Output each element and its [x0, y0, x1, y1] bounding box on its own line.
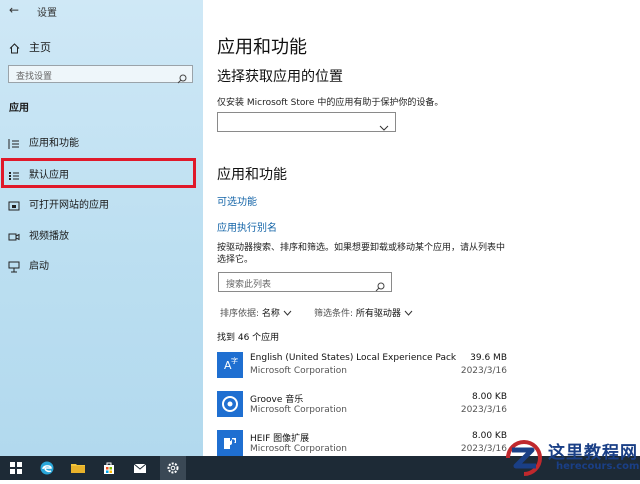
file-explorer-icon[interactable] — [70, 460, 86, 476]
app-publisher: Microsoft Corporation — [250, 366, 347, 376]
app-execution-alias-link[interactable]: 应用执行别名 — [217, 219, 277, 234]
app-date: 2023/3/16 — [460, 366, 507, 376]
filter-label: 筛选条件: — [314, 309, 354, 319]
store-icon[interactable] — [101, 460, 117, 476]
app-size: 39.6 MB — [470, 353, 507, 363]
location-description: 仅安装 Microsoft Store 中的应用有助于保护你的设备。 — [217, 98, 444, 108]
window-title: 设置 — [37, 8, 57, 19]
highlight-box — [1, 158, 196, 188]
home-icon[interactable] — [9, 39, 20, 54]
app-name: Groove 音乐 — [250, 395, 304, 405]
sort-dropdown[interactable]: 排序依据: 名称 — [220, 306, 292, 319]
mail-icon[interactable] — [132, 460, 148, 476]
search-description: 按驱动器搜索、排序和筛选。如果想要卸载或移动某个应用，请从列表中选择它。 — [217, 243, 506, 265]
sidebar-item-label: 应用和功能 — [29, 138, 79, 149]
startup-icon — [8, 258, 20, 273]
location-heading: 选择获取应用的位置 — [217, 69, 343, 85]
filter-value: 所有驱动器 — [355, 309, 401, 319]
chevron-down-icon — [404, 309, 413, 319]
chevron-down-icon — [379, 117, 389, 136]
watermark-subtitle: herecours.com — [556, 461, 640, 472]
apps-features-heading: 应用和功能 — [217, 167, 287, 183]
edge-icon[interactable] — [39, 460, 55, 476]
sidebar-item-label: 视频播放 — [29, 231, 69, 242]
list-item[interactable]: A字 English (United States) Local Experie… — [217, 350, 507, 386]
sort-value: 名称 — [261, 309, 280, 319]
settings-search-placeholder: 查找设置 — [16, 72, 53, 82]
main-content: 应用和功能 选择获取应用的位置 仅安装 Microsoft Store 中的应用… — [203, 0, 640, 456]
list-item[interactable]: Groove 音乐 Microsoft Corporation 8.00 KB … — [217, 389, 507, 425]
sidebar-item-startup[interactable]: 启动 — [0, 252, 203, 276]
sidebar-section-title: 应用 — [9, 103, 29, 114]
apps-found-count: 找到 46 个应用 — [217, 333, 280, 343]
heif-extension-icon — [217, 430, 243, 456]
video-icon — [8, 228, 20, 241]
svg-text:字: 字 — [231, 356, 238, 365]
home-link[interactable]: 主页 — [29, 39, 51, 55]
app-date: 2023/3/16 — [460, 405, 507, 415]
sidebar-item-apps-features[interactable]: 应用和功能 — [0, 129, 203, 153]
app-date: 2023/3/16 — [460, 444, 507, 454]
language-pack-icon: A字 — [217, 352, 243, 378]
search-icon[interactable] — [177, 69, 187, 88]
settings-icon[interactable] — [160, 456, 186, 480]
app-list-search-input[interactable]: 搜索此列表 — [218, 272, 392, 292]
watermark-logo — [502, 436, 546, 480]
chevron-down-icon — [283, 309, 292, 319]
sidebar-item-label: 启动 — [29, 261, 49, 272]
back-arrow-icon[interactable]: ← — [9, 3, 19, 17]
app-size: 8.00 KB — [472, 392, 507, 402]
search-icon[interactable] — [375, 277, 385, 296]
sidebar-item-label: 可打开网站的应用 — [29, 200, 109, 211]
web-apps-icon — [8, 197, 20, 211]
sidebar-item-web-apps[interactable]: 可打开网站的应用 — [0, 191, 203, 215]
app-name: English (United States) Local Experience… — [250, 353, 457, 363]
app-source-dropdown[interactable] — [217, 112, 396, 132]
app-list-search-placeholder: 搜索此列表 — [226, 280, 272, 290]
sidebar-item-video-playback[interactable]: 视频播放 — [0, 222, 203, 246]
app-name: HEIF 图像扩展 — [250, 434, 310, 444]
apps-list-icon — [8, 135, 20, 149]
groove-music-icon — [217, 391, 243, 417]
sidebar: ← 设置 主页 查找设置 应用 应用和功能 默认应用 可打开网站的应用 视频播放 — [0, 0, 203, 456]
app-publisher: Microsoft Corporation — [250, 444, 347, 454]
windows-start-icon[interactable] — [8, 460, 24, 476]
settings-search-input[interactable]: 查找设置 — [8, 65, 193, 84]
sort-label: 排序依据: — [220, 309, 260, 319]
optional-features-link[interactable]: 可选功能 — [217, 193, 257, 208]
page-title: 应用和功能 — [217, 37, 307, 58]
watermark-title: 这里教程网 — [548, 443, 638, 463]
filter-dropdown[interactable]: 筛选条件: 所有驱动器 — [314, 306, 413, 319]
app-publisher: Microsoft Corporation — [250, 405, 347, 415]
